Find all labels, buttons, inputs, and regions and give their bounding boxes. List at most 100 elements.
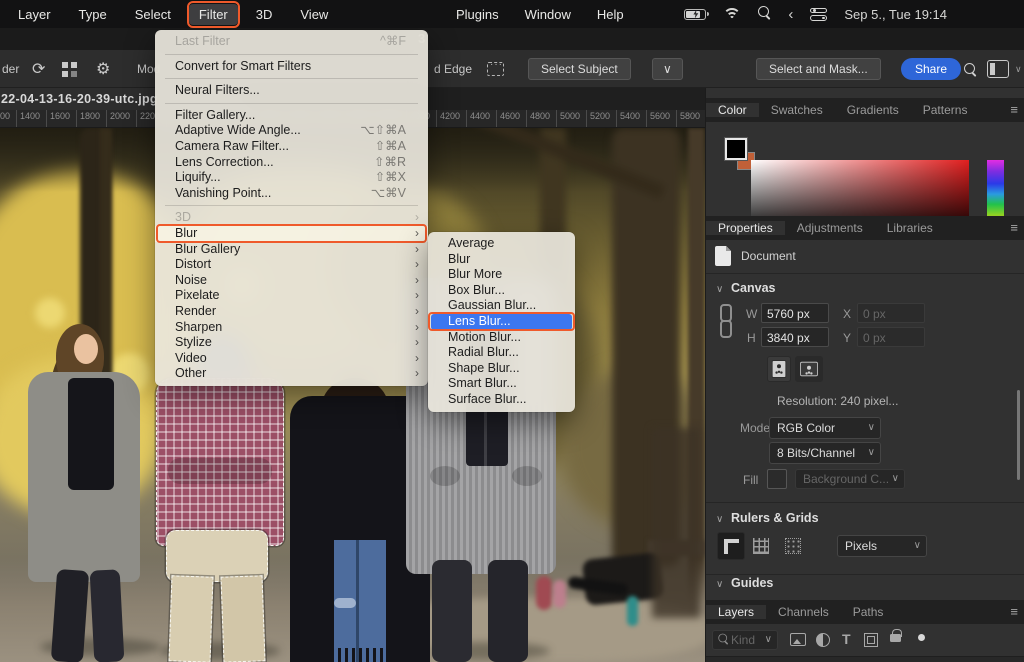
menu-bar-item[interactable]: View xyxy=(290,4,338,25)
share-button[interactable]: Share xyxy=(901,58,961,80)
menu-bar-item[interactable]: Plugins xyxy=(450,4,505,25)
filter-menu-item[interactable]: Sharpen › xyxy=(155,320,428,336)
gear-icon[interactable]: ⚙ xyxy=(96,50,110,88)
filter-menu-item[interactable]: Other › xyxy=(155,366,428,382)
toggle-grid-button[interactable] xyxy=(753,538,769,554)
menu-bar-item[interactable]: Window xyxy=(519,4,577,25)
height-field[interactable]: 3840 px xyxy=(761,327,829,347)
panel-tab[interactable]: Channels xyxy=(766,605,841,619)
width-field[interactable]: 5760 px xyxy=(761,303,829,323)
blur-submenu-item[interactable]: Average › xyxy=(428,236,575,252)
blur-submenu-item[interactable]: Box Blur... › xyxy=(428,283,575,299)
wifi-icon[interactable] xyxy=(723,8,741,21)
refresh-icon[interactable]: ⟳ xyxy=(32,50,45,88)
filter-menu-item[interactable]: Pixelate › xyxy=(155,288,428,304)
select-subject-dropdown-button[interactable]: ∨ xyxy=(652,58,683,80)
collapse-guides-icon[interactable]: ∨ xyxy=(716,579,723,590)
filter-adjustment-layers-icon[interactable] xyxy=(816,633,830,647)
filter-menu-item[interactable]: Stylize › xyxy=(155,335,428,351)
filter-menu-item[interactable]: › xyxy=(155,74,428,83)
menu-bar-item[interactable]: Select xyxy=(125,4,181,25)
blur-submenu-item[interactable]: Blur › xyxy=(428,252,575,268)
filter-type-layers-icon[interactable]: T xyxy=(842,631,851,647)
panel-menu-icon[interactable]: ≡ xyxy=(1010,220,1018,235)
filter-menu-item[interactable]: Neural Filters... › xyxy=(155,83,428,99)
filter-menu-item[interactable]: Vanishing Point... ⌥⌘V › xyxy=(155,186,428,202)
filter-menu-item[interactable]: Camera Raw Filter... ⇧⌘A › xyxy=(155,139,428,155)
panel-tab[interactable]: Layers xyxy=(706,605,766,619)
filter-menu-item[interactable]: Last Filter ^⌘F › xyxy=(155,34,428,50)
filter-menu-item[interactable]: Liquify... ⇧⌘X › xyxy=(155,170,428,186)
filter-menu-item[interactable]: 3D › xyxy=(155,210,428,226)
filter-locked-layers-icon[interactable] xyxy=(890,628,901,642)
blur-submenu-item[interactable]: Smart Blur... › xyxy=(428,376,575,392)
panel-tab[interactable]: Paths xyxy=(841,605,896,619)
selection-options-icon[interactable] xyxy=(487,50,504,88)
control-center-icon[interactable] xyxy=(810,8,827,21)
y-field[interactable]: 0 px xyxy=(857,327,925,347)
menu-bar-clock[interactable]: Sep 5., Tue 19:14 xyxy=(844,7,947,22)
chevron-left-icon[interactable]: ‹ xyxy=(788,6,793,23)
panel-menu-icon[interactable]: ≡ xyxy=(1010,102,1018,117)
mode-select[interactable]: RGB Color xyxy=(769,417,881,439)
blur-submenu-item[interactable]: Surface Blur... › xyxy=(428,392,575,408)
blur-submenu-item[interactable]: Radial Blur... › xyxy=(428,345,575,361)
panel-tab[interactable]: Libraries xyxy=(875,221,945,235)
bit-depth-select[interactable]: 8 Bits/Channel xyxy=(769,442,881,464)
orientation-landscape-button[interactable] xyxy=(795,356,823,382)
x-field[interactable]: 0 px xyxy=(857,303,925,323)
link-dimensions-icon[interactable] xyxy=(718,304,730,338)
filter-menu-item[interactable]: Noise › xyxy=(155,273,428,289)
filter-menu-item[interactable]: › xyxy=(155,50,428,59)
filter-shape-layers-icon[interactable] xyxy=(864,633,878,647)
menu-bar-item[interactable]: Type xyxy=(69,4,117,25)
layout-grid-icon[interactable] xyxy=(62,50,77,88)
search-icon[interactable] xyxy=(964,50,977,88)
filter-menu-item[interactable]: › xyxy=(155,201,428,210)
chevron-down-icon[interactable]: ∨ xyxy=(1015,50,1022,88)
filter-menu-item[interactable]: › xyxy=(155,99,428,108)
filter-menu-item[interactable]: Blur Gallery › xyxy=(155,242,428,258)
panel-tab[interactable]: Color xyxy=(706,103,759,117)
panel-scrollbar[interactable] xyxy=(1017,390,1020,480)
filter-menu-item[interactable]: Convert for Smart Filters › xyxy=(155,59,428,75)
filter-menu-item[interactable]: Adaptive Wide Angle... ⌥⇧⌘A › xyxy=(155,123,428,139)
rulers-grids-section-title[interactable]: Rulers & Grids xyxy=(731,511,819,525)
blur-submenu-item[interactable]: Blur More › xyxy=(428,267,575,283)
spotlight-search-icon[interactable] xyxy=(758,6,771,22)
menu-bar-item[interactable]: 3D xyxy=(246,4,283,25)
menu-bar-item[interactable]: Filter xyxy=(189,4,238,25)
filter-menu-item[interactable]: Blur › xyxy=(155,226,428,242)
select-subject-button[interactable]: Select Subject xyxy=(528,58,631,80)
filter-pixel-layers-icon[interactable] xyxy=(790,633,806,646)
toggle-pixel-grid-button[interactable] xyxy=(785,538,801,554)
workspace-icon[interactable] xyxy=(987,50,1009,88)
panel-menu-icon[interactable]: ≡ xyxy=(1010,604,1018,619)
menu-bar-item[interactable]: Help xyxy=(591,4,630,25)
fill-swatch[interactable] xyxy=(767,469,787,489)
collapse-canvas-icon[interactable]: ∨ xyxy=(716,284,723,295)
filter-menu-item[interactable]: Lens Correction... ⇧⌘R › xyxy=(155,155,428,171)
filter-pinned-icon[interactable] xyxy=(918,630,925,641)
blur-submenu-item[interactable]: Motion Blur... › xyxy=(428,330,575,346)
guides-section-title[interactable]: Guides xyxy=(731,576,773,590)
panel-tab[interactable]: Adjustments xyxy=(785,221,875,235)
toggle-rulers-button[interactable] xyxy=(717,532,745,560)
menu-bar-item[interactable]: Layer xyxy=(8,4,61,25)
orientation-portrait-button[interactable] xyxy=(767,356,791,382)
filter-menu-item[interactable]: Filter Gallery... › xyxy=(155,108,428,124)
blur-submenu-item[interactable]: Shape Blur... › xyxy=(428,361,575,377)
battery-icon[interactable] xyxy=(684,9,706,20)
blur-submenu-item[interactable]: Lens Blur... › xyxy=(431,314,572,330)
filter-menu-item[interactable]: Render › xyxy=(155,304,428,320)
panel-tab[interactable]: Gradients xyxy=(835,103,911,117)
canvas-section-title[interactable]: Canvas xyxy=(731,281,775,295)
ruler-units-select[interactable]: Pixels xyxy=(837,535,927,557)
filter-menu-item[interactable]: Video › xyxy=(155,351,428,367)
collapse-rulers-grids-icon[interactable]: ∨ xyxy=(716,514,723,525)
panel-tab[interactable]: Properties xyxy=(706,221,785,235)
panel-tab[interactable]: Swatches xyxy=(759,103,835,117)
blur-submenu-item[interactable]: Gaussian Blur... › xyxy=(428,298,575,314)
foreground-color-swatch[interactable] xyxy=(725,138,747,160)
fill-select[interactable]: Background C... xyxy=(795,469,905,489)
